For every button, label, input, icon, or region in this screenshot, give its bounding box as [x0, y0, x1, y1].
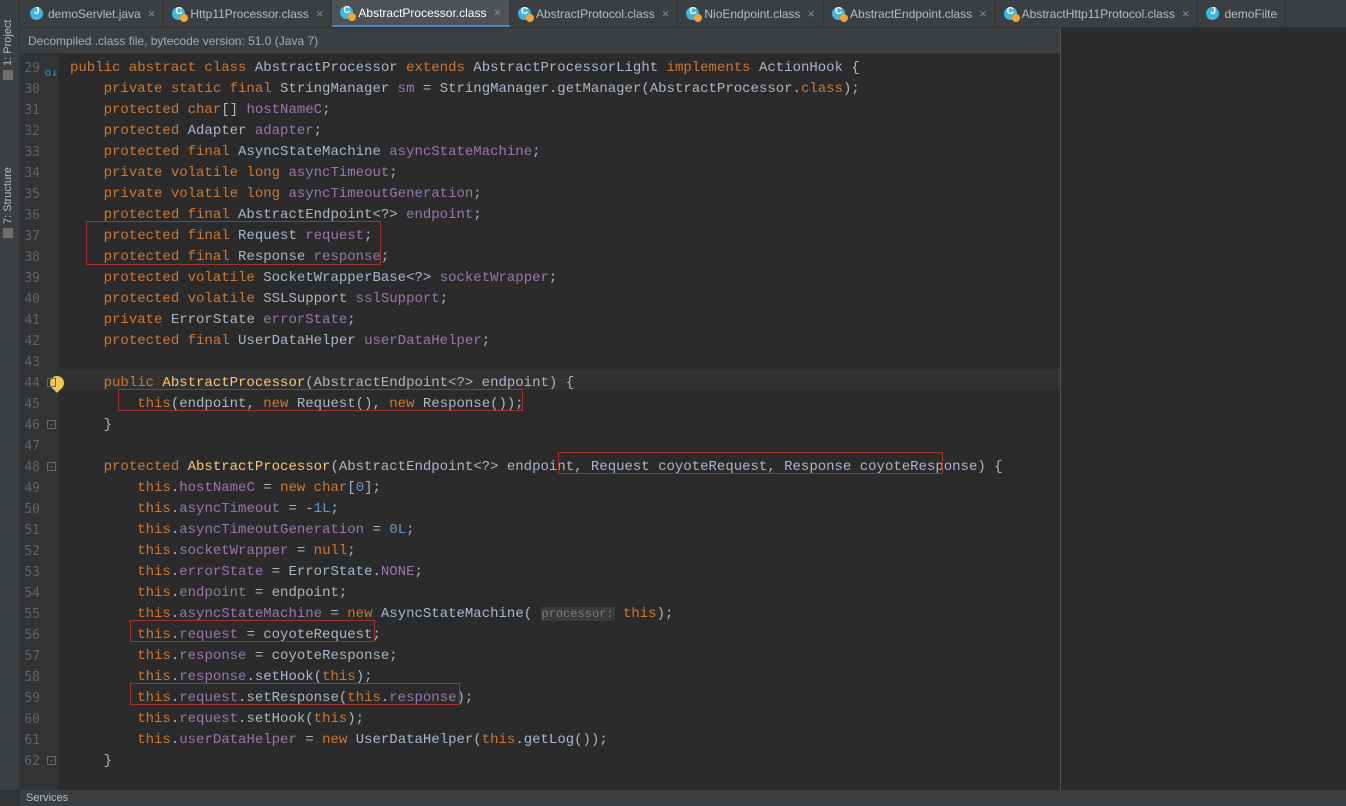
right-split-pane [1060, 28, 1346, 790]
project-tool-button[interactable]: 1: Project [2, 20, 14, 80]
tab-demofilte[interactable]: demoFilte [1198, 0, 1286, 27]
class-file-icon [172, 7, 185, 20]
close-icon[interactable]: × [1182, 6, 1190, 21]
close-icon[interactable]: × [493, 5, 501, 20]
bottom-tool-bar: Services [20, 790, 1346, 806]
class-file-icon [340, 6, 353, 19]
close-icon[interactable]: × [979, 6, 987, 21]
tab-nioendpoint-class[interactable]: NioEndpoint.class× [678, 0, 824, 27]
tab-abstractendpoint-class[interactable]: AbstractEndpoint.class× [824, 0, 996, 27]
java-file-icon [30, 7, 43, 20]
tab-abstracthttp11protocol-class[interactable]: AbstractHttp11Protocol.class× [996, 0, 1199, 27]
left-tool-strip: 1: Project 7: Structure [0, 0, 20, 790]
editor-tabs: demoServlet.java×Http11Processor.class×A… [0, 0, 1346, 28]
fold-icon[interactable]: - [47, 756, 56, 765]
class-file-icon [832, 7, 845, 20]
structure-tool-button[interactable]: 7: Structure [2, 167, 14, 238]
tab-demoservlet-java[interactable]: demoServlet.java× [22, 0, 164, 27]
close-icon[interactable]: × [148, 6, 156, 21]
close-icon[interactable]: × [316, 6, 324, 21]
fold-icon[interactable]: - [47, 378, 56, 387]
close-icon[interactable]: × [662, 6, 670, 21]
tab-abstractprocessor-class[interactable]: AbstractProcessor.class× [332, 0, 510, 27]
class-file-icon [518, 7, 531, 20]
override-icon[interactable]: o↓ [45, 62, 58, 83]
class-file-icon [1004, 7, 1017, 20]
class-file-icon [686, 7, 699, 20]
close-icon[interactable]: × [807, 6, 815, 21]
fold-icon[interactable]: - [47, 420, 56, 429]
tab-abstractprotocol-class[interactable]: AbstractProtocol.class× [510, 0, 678, 27]
services-tool-button[interactable]: Services [26, 792, 68, 804]
java-file-icon [1206, 7, 1219, 20]
tab-http11processor-class[interactable]: Http11Processor.class× [164, 0, 332, 27]
fold-icon[interactable]: - [47, 462, 56, 471]
